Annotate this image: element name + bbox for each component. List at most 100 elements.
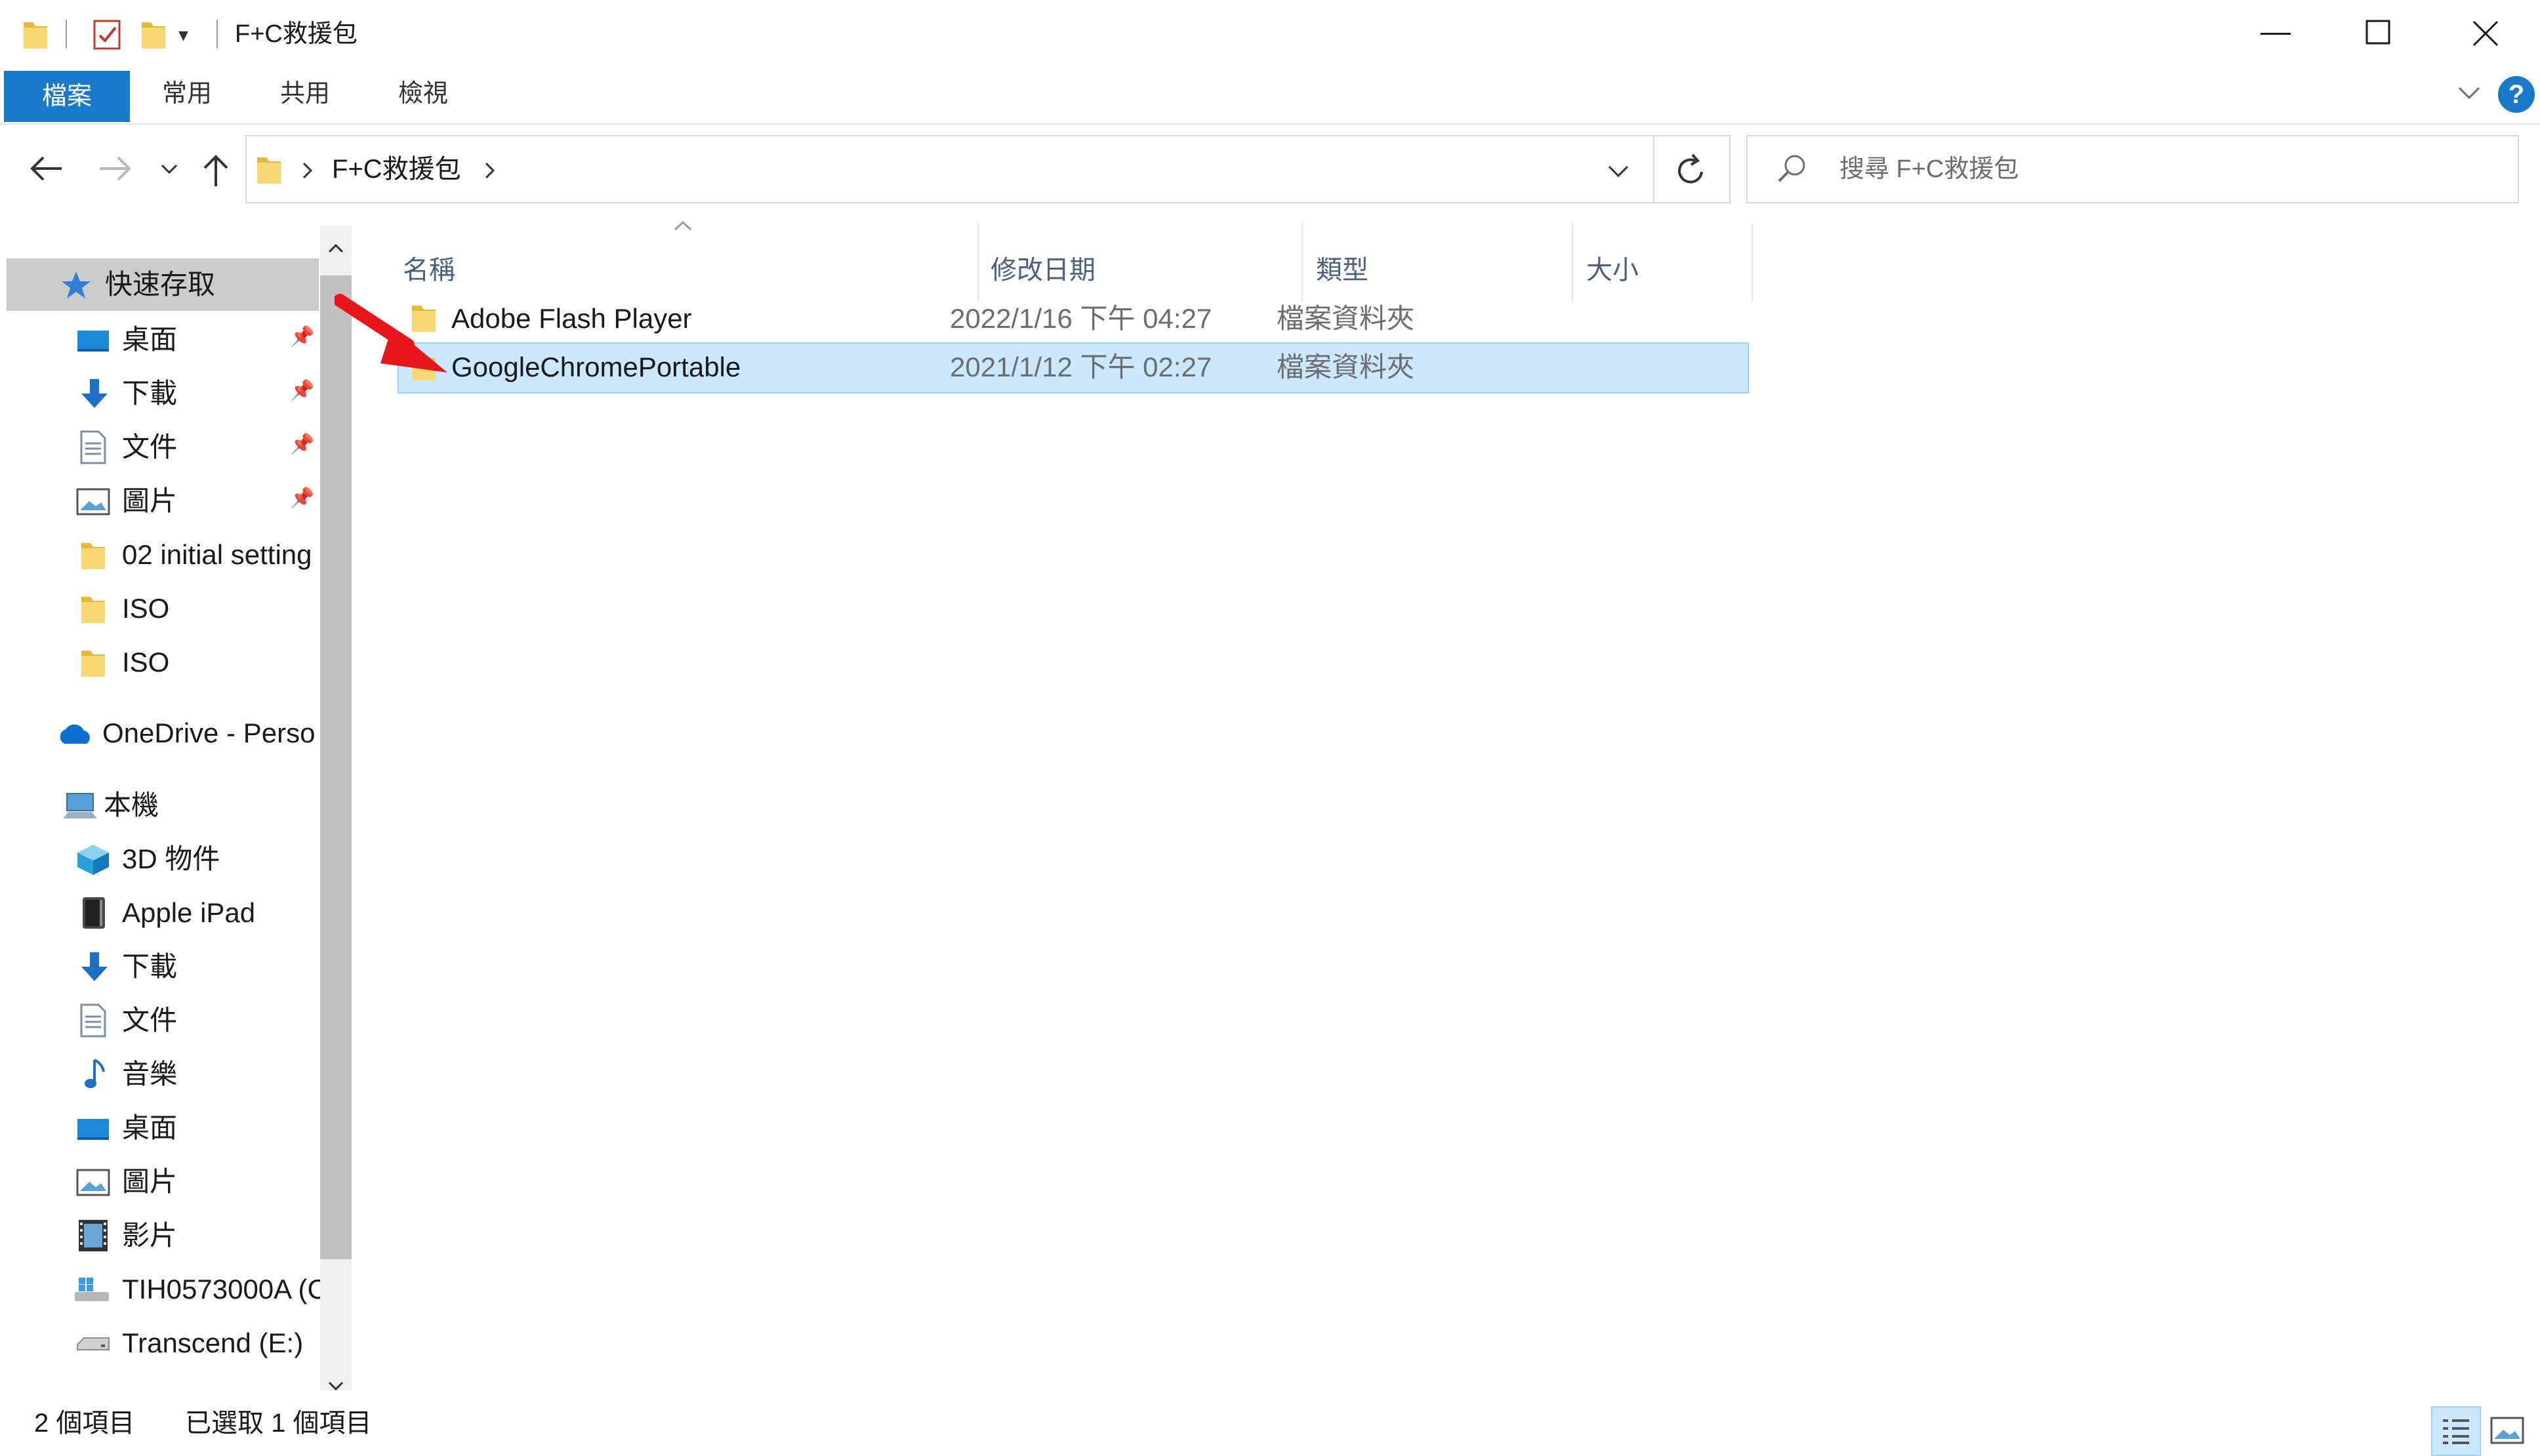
nav-item-iso[interactable]: ISO xyxy=(7,639,315,685)
selection-count: 已選取 1 個項目 xyxy=(185,1409,372,1438)
nav-label: 3D 物件 xyxy=(122,843,220,874)
column-divider[interactable] xyxy=(1751,223,1753,302)
column-header-type[interactable]: 類型 xyxy=(1316,240,1368,300)
nav-item-pictures[interactable]: 圖片 📌 xyxy=(7,477,315,523)
nav-item-c-drive[interactable]: TIH0573000A (C xyxy=(7,1266,320,1312)
column-header-size[interactable]: 大小 xyxy=(1586,240,1639,300)
document-icon xyxy=(80,430,106,464)
nav-label: Apple iPad xyxy=(122,897,256,928)
nav-item-this-pc[interactable]: 本機 xyxy=(7,782,315,828)
refresh-button[interactable] xyxy=(1654,135,1731,203)
nav-label: ISO xyxy=(122,647,170,677)
close-button[interactable] xyxy=(2434,0,2539,68)
download-icon xyxy=(81,952,108,981)
nav-item-iso[interactable]: ISO xyxy=(7,585,315,631)
qat-divider xyxy=(216,20,218,49)
nav-item-desktop[interactable]: 桌面 xyxy=(7,1104,315,1150)
nav-item-02-initial-setting[interactable]: 02 initial setting xyxy=(7,531,320,577)
file-row-googlechromeportable[interactable]: GoogleChromePortable 2021/1/12 下午 02:27 … xyxy=(398,342,1749,394)
minimize-button[interactable] xyxy=(2224,0,2329,68)
folder-icon xyxy=(81,597,105,623)
nav-item-onedrive[interactable]: OneDrive - Perso xyxy=(7,710,320,756)
navigation-pane: 快速存取 桌面 📌 下載 📌 文件 📌 圖片 📌 02 initial sett… xyxy=(0,216,354,1400)
nav-label: 02 initial setting xyxy=(122,539,312,570)
nav-label: ISO xyxy=(122,593,170,624)
column-divider[interactable] xyxy=(1572,223,1573,302)
windows-drive-icon xyxy=(75,1278,109,1301)
nav-item-apple-ipad[interactable]: Apple iPad xyxy=(7,889,315,935)
qat-divider xyxy=(66,20,67,49)
sort-ascending-icon xyxy=(674,220,692,231)
large-icons-view-button[interactable] xyxy=(2484,1406,2533,1456)
nav-label: 桌面 xyxy=(122,324,178,355)
window-title: F+C救援包 xyxy=(235,20,358,48)
nav-label: 下載 xyxy=(122,951,178,982)
details-view-icon xyxy=(2443,1419,2469,1444)
tab-home[interactable]: 常用 xyxy=(138,68,236,119)
nav-item-documents[interactable]: 文件 xyxy=(7,997,315,1043)
nav-item-downloads[interactable]: 下載 📌 xyxy=(7,370,315,416)
scrollbar-thumb[interactable] xyxy=(320,275,352,1259)
nav-label: 快速存取 xyxy=(105,269,216,300)
pin-icon[interactable]: 📌 xyxy=(290,487,314,510)
scroll-up-icon[interactable] xyxy=(328,243,344,253)
folder-icon xyxy=(257,157,281,184)
ribbon: 檔案 常用 共用 檢視 ? xyxy=(0,68,2540,125)
address-bar[interactable]: F+C救援包 xyxy=(245,135,1654,203)
chevron-right-icon[interactable] xyxy=(302,161,314,180)
file-row-adobe-flash-player[interactable]: Adobe Flash Player 2022/1/16 下午 04:27 檔案… xyxy=(398,294,1749,345)
file-modified: 2021/1/12 下午 02:27 xyxy=(950,352,1212,382)
properties-icon[interactable] xyxy=(92,17,123,51)
tab-share[interactable]: 共用 xyxy=(256,68,354,119)
maximize-button[interactable] xyxy=(2329,0,2434,68)
pin-icon[interactable]: 📌 xyxy=(290,379,314,402)
desktop-icon xyxy=(77,331,109,352)
maximize-icon xyxy=(2366,20,2390,45)
video-icon xyxy=(79,1220,108,1251)
usb-drive-icon xyxy=(77,1337,110,1350)
nav-item-music[interactable]: 音樂 xyxy=(7,1051,315,1097)
file-name: Adobe Flash Player xyxy=(451,303,692,334)
nav-item-desktop[interactable]: 桌面 📌 xyxy=(7,316,315,362)
file-name: GoogleChromePortable xyxy=(451,352,741,382)
details-view-button[interactable] xyxy=(2431,1406,2481,1456)
nav-item-videos[interactable]: 影片 xyxy=(7,1212,315,1258)
pin-icon[interactable]: 📌 xyxy=(290,433,314,456)
download-icon xyxy=(81,379,108,408)
help-icon[interactable]: ? xyxy=(2498,76,2535,113)
column-divider[interactable] xyxy=(1301,223,1303,302)
nav-label: 音樂 xyxy=(122,1059,178,1089)
forward-icon[interactable] xyxy=(98,155,133,182)
tab-file[interactable]: 檔案 xyxy=(4,71,130,122)
pin-icon[interactable]: 📌 xyxy=(290,325,314,348)
breadcrumb-item[interactable]: F+C救援包 xyxy=(332,152,461,186)
desktop-icon xyxy=(77,1119,109,1140)
recent-locations-icon[interactable] xyxy=(160,163,178,176)
close-icon xyxy=(2472,20,2499,47)
search-box[interactable]: 搜尋 F+C救援包 xyxy=(1746,135,2519,203)
nav-label: 影片 xyxy=(122,1220,178,1251)
address-history-dropdown-icon[interactable] xyxy=(1607,164,1629,178)
column-divider[interactable] xyxy=(977,223,979,302)
back-icon[interactable] xyxy=(29,155,63,182)
nav-item-3d-objects[interactable]: 3D 物件 xyxy=(7,836,315,881)
status-bar: 2 個項目 已選取 1 個項目 xyxy=(0,1390,2540,1456)
nav-quick-access[interactable]: 快速存取 xyxy=(7,262,315,308)
chevron-right-icon[interactable] xyxy=(484,161,496,180)
nav-label: OneDrive - Perso xyxy=(102,718,316,748)
navpane-scrollbar[interactable] xyxy=(320,226,352,1400)
qat-customize-icon[interactable]: ▾ xyxy=(178,22,188,49)
nav-item-pictures[interactable]: 圖片 xyxy=(7,1158,315,1204)
nav-item-e-drive[interactable]: Transcend (E:) xyxy=(7,1320,315,1365)
up-icon[interactable] xyxy=(202,153,230,188)
large-icons-view-icon xyxy=(2490,1417,2524,1444)
3d-objects-icon xyxy=(77,845,109,875)
new-folder-icon[interactable] xyxy=(140,18,167,51)
folder-icon xyxy=(81,651,105,677)
tab-view[interactable]: 檢視 xyxy=(374,68,472,119)
onedrive-icon xyxy=(60,724,90,744)
nav-item-downloads[interactable]: 下載 xyxy=(7,943,315,989)
ribbon-expand-icon[interactable] xyxy=(2457,85,2481,101)
nav-item-documents[interactable]: 文件 📌 xyxy=(7,424,315,470)
column-header-modified[interactable]: 修改日期 xyxy=(991,240,1096,300)
